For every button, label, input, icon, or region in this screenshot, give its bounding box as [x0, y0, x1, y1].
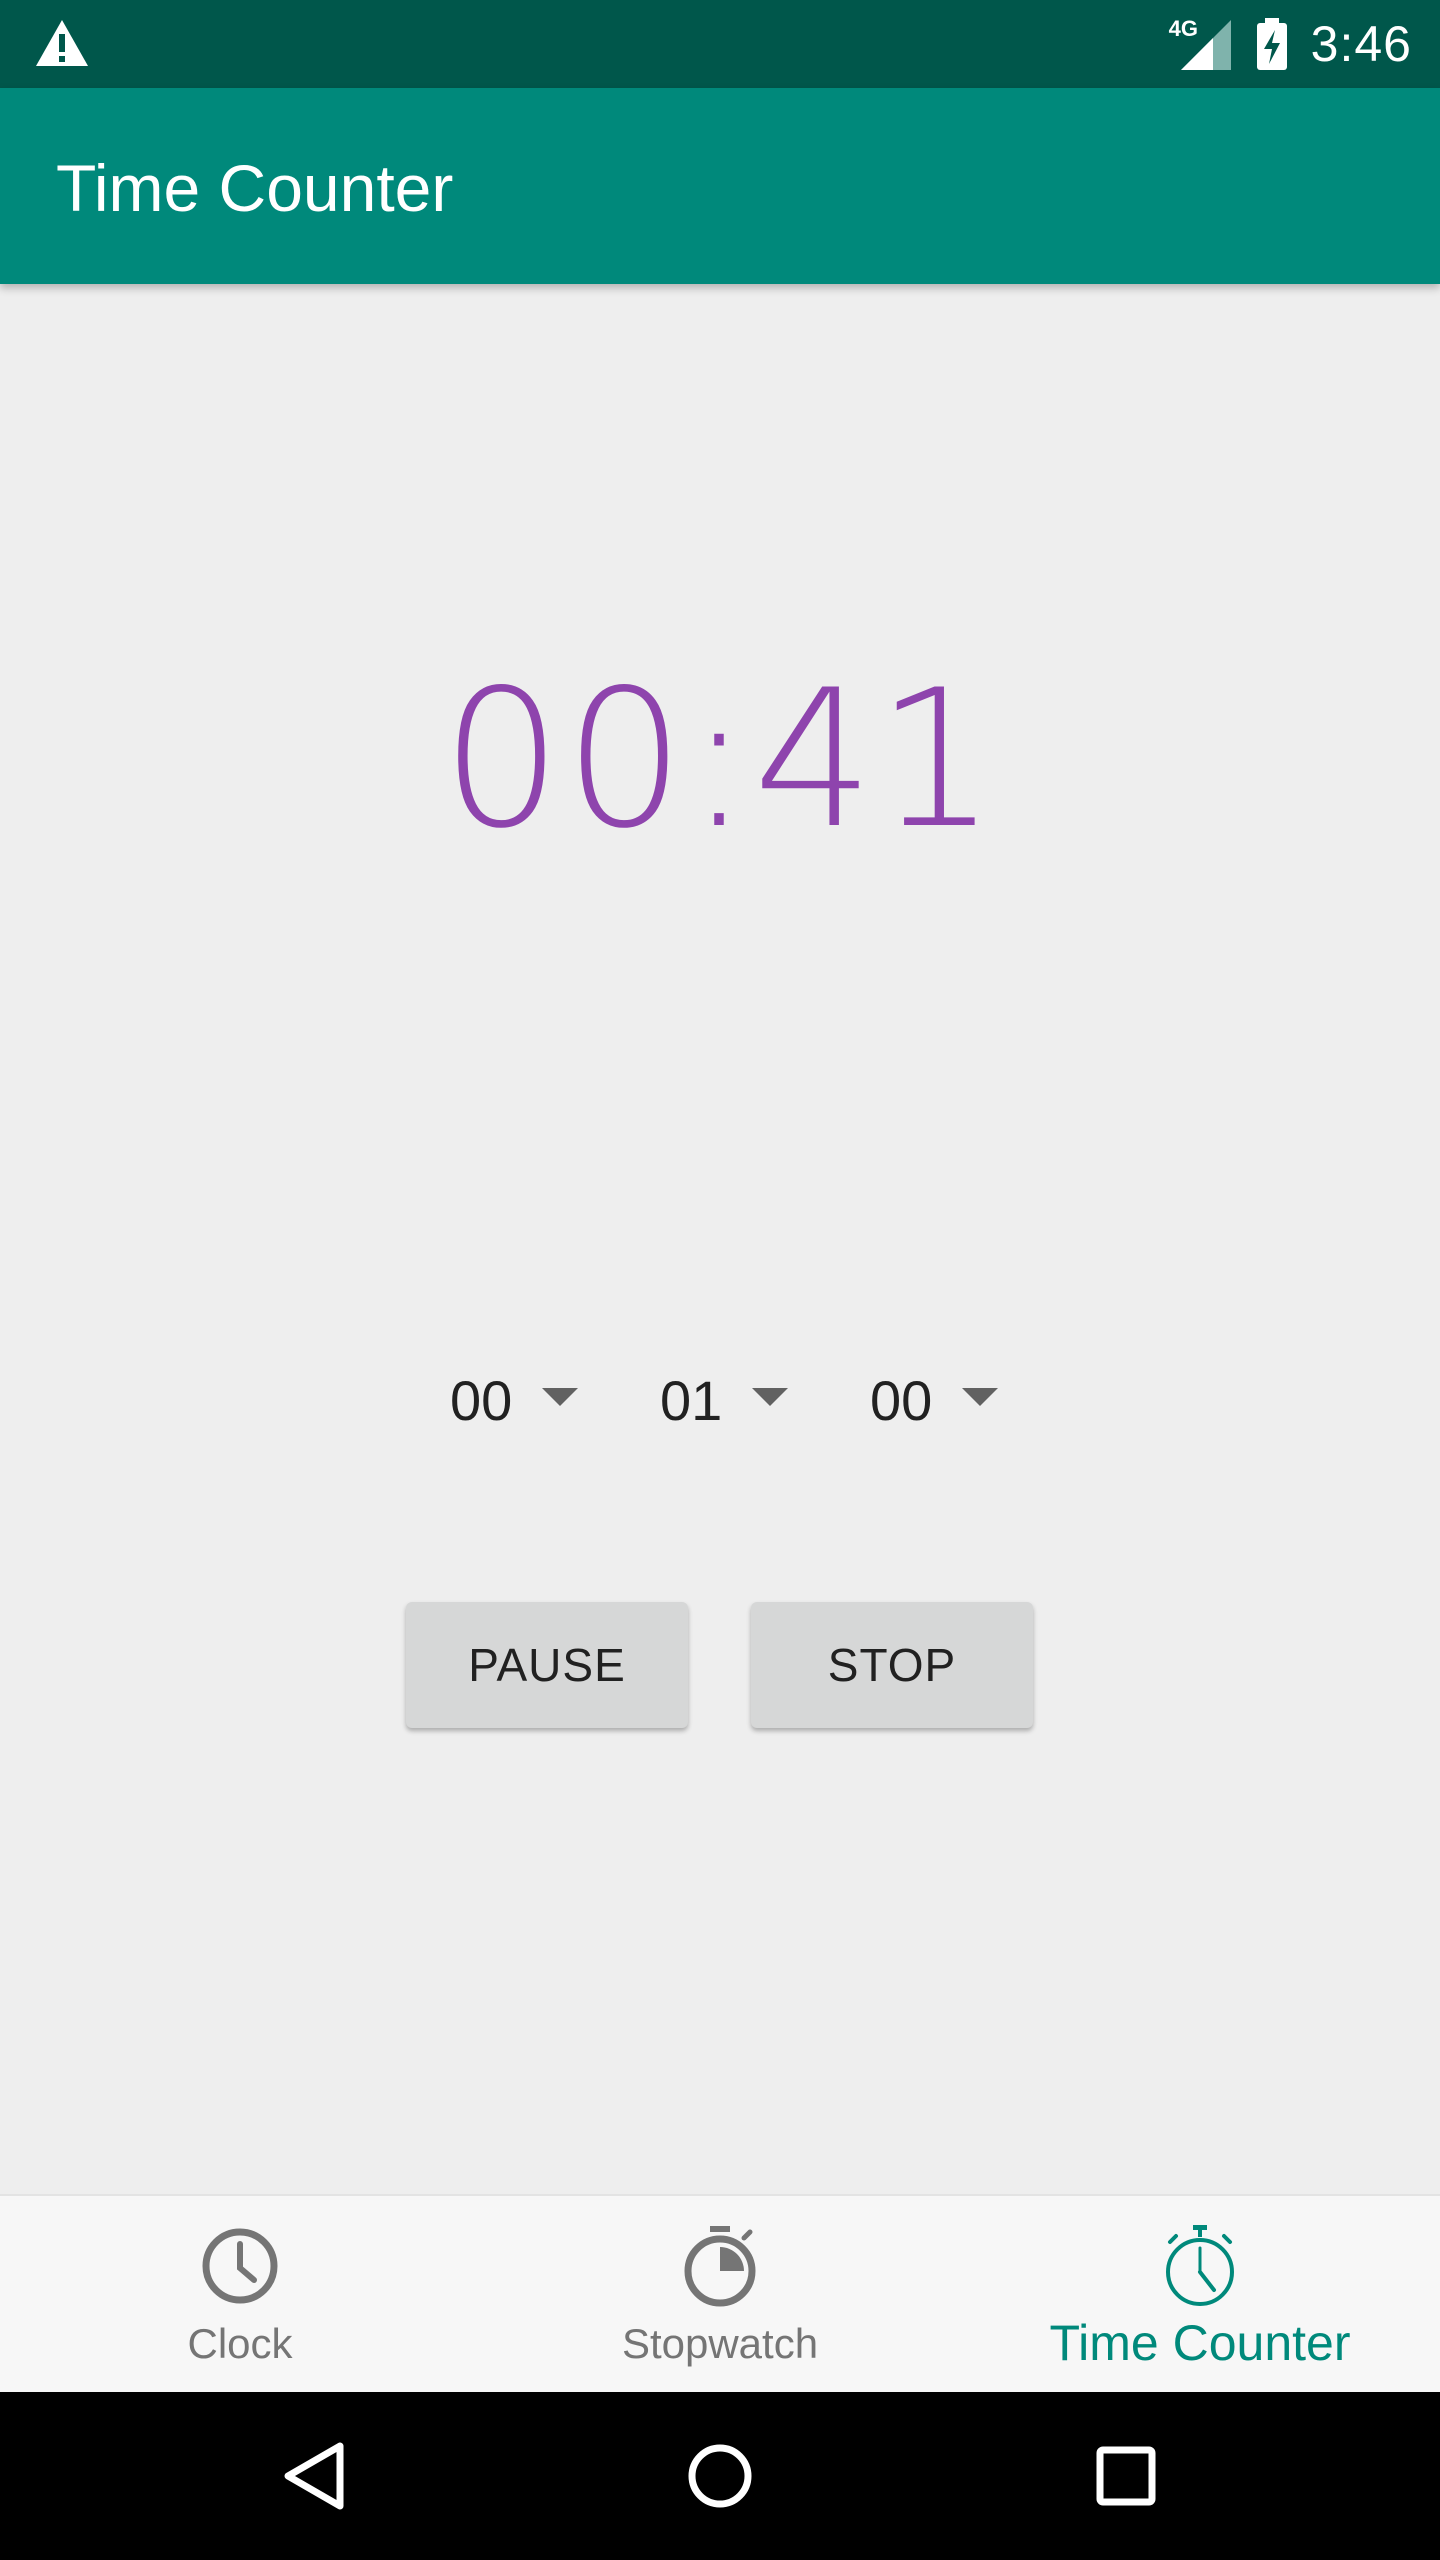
home-icon[interactable]	[678, 2434, 762, 2518]
warning-icon	[34, 18, 90, 68]
nav-item-time-counter[interactable]: Time Counter	[960, 2196, 1440, 2394]
dropdown-caret-icon	[542, 1388, 579, 1406]
app-bar: Time Counter	[0, 88, 1440, 284]
screen: 4G 3:46 Time Counter 00:41 00 01 00 PAUS…	[0, 0, 1440, 2560]
nav-label-clock: Clock	[187, 2320, 293, 2367]
network-type-label: 4G	[1168, 16, 1199, 41]
nav-item-stopwatch[interactable]: Stopwatch	[480, 2196, 960, 2394]
seconds-value: 00	[870, 1368, 933, 1432]
dropdown-caret-icon	[962, 1388, 999, 1406]
status-icons: 4G 3:46	[1169, 0, 1412, 88]
hours-value: 00	[450, 1368, 513, 1432]
battery-charging-icon	[1255, 16, 1289, 72]
recents-icon[interactable]	[1084, 2434, 1168, 2518]
stop-button[interactable]: STOP	[751, 1602, 1033, 1728]
back-icon[interactable]	[272, 2434, 356, 2518]
nav-item-clock[interactable]: Clock	[0, 2196, 480, 2394]
timer-icon	[1158, 2224, 1242, 2308]
stopwatch-icon	[678, 2224, 762, 2308]
clock-icon	[198, 2224, 282, 2308]
status-bar: 4G 3:46	[0, 0, 1440, 88]
minutes-value: 01	[660, 1368, 723, 1432]
bottom-navigation: Clock Stopwatch Time Counter	[0, 2194, 1440, 2394]
nav-label-stopwatch: Stopwatch	[621, 2320, 819, 2367]
status-time: 3:46	[1310, 16, 1412, 72]
time-spinners: 00 01 00	[0, 1360, 1440, 1440]
system-navigation-bar	[0, 2392, 1440, 2560]
signal-4g-icon: 4G	[1169, 16, 1233, 72]
app-title: Time Counter	[56, 151, 454, 225]
timer-display: 00:41	[441, 649, 999, 870]
dropdown-caret-icon	[752, 1388, 789, 1406]
pause-button[interactable]: PAUSE	[406, 1602, 688, 1728]
seconds-spinner[interactable]: 00	[870, 1360, 999, 1440]
nav-label-time-counter: Time Counter	[1049, 2315, 1351, 2371]
hours-spinner[interactable]: 00	[450, 1360, 579, 1440]
minutes-spinner[interactable]: 01	[660, 1360, 789, 1440]
